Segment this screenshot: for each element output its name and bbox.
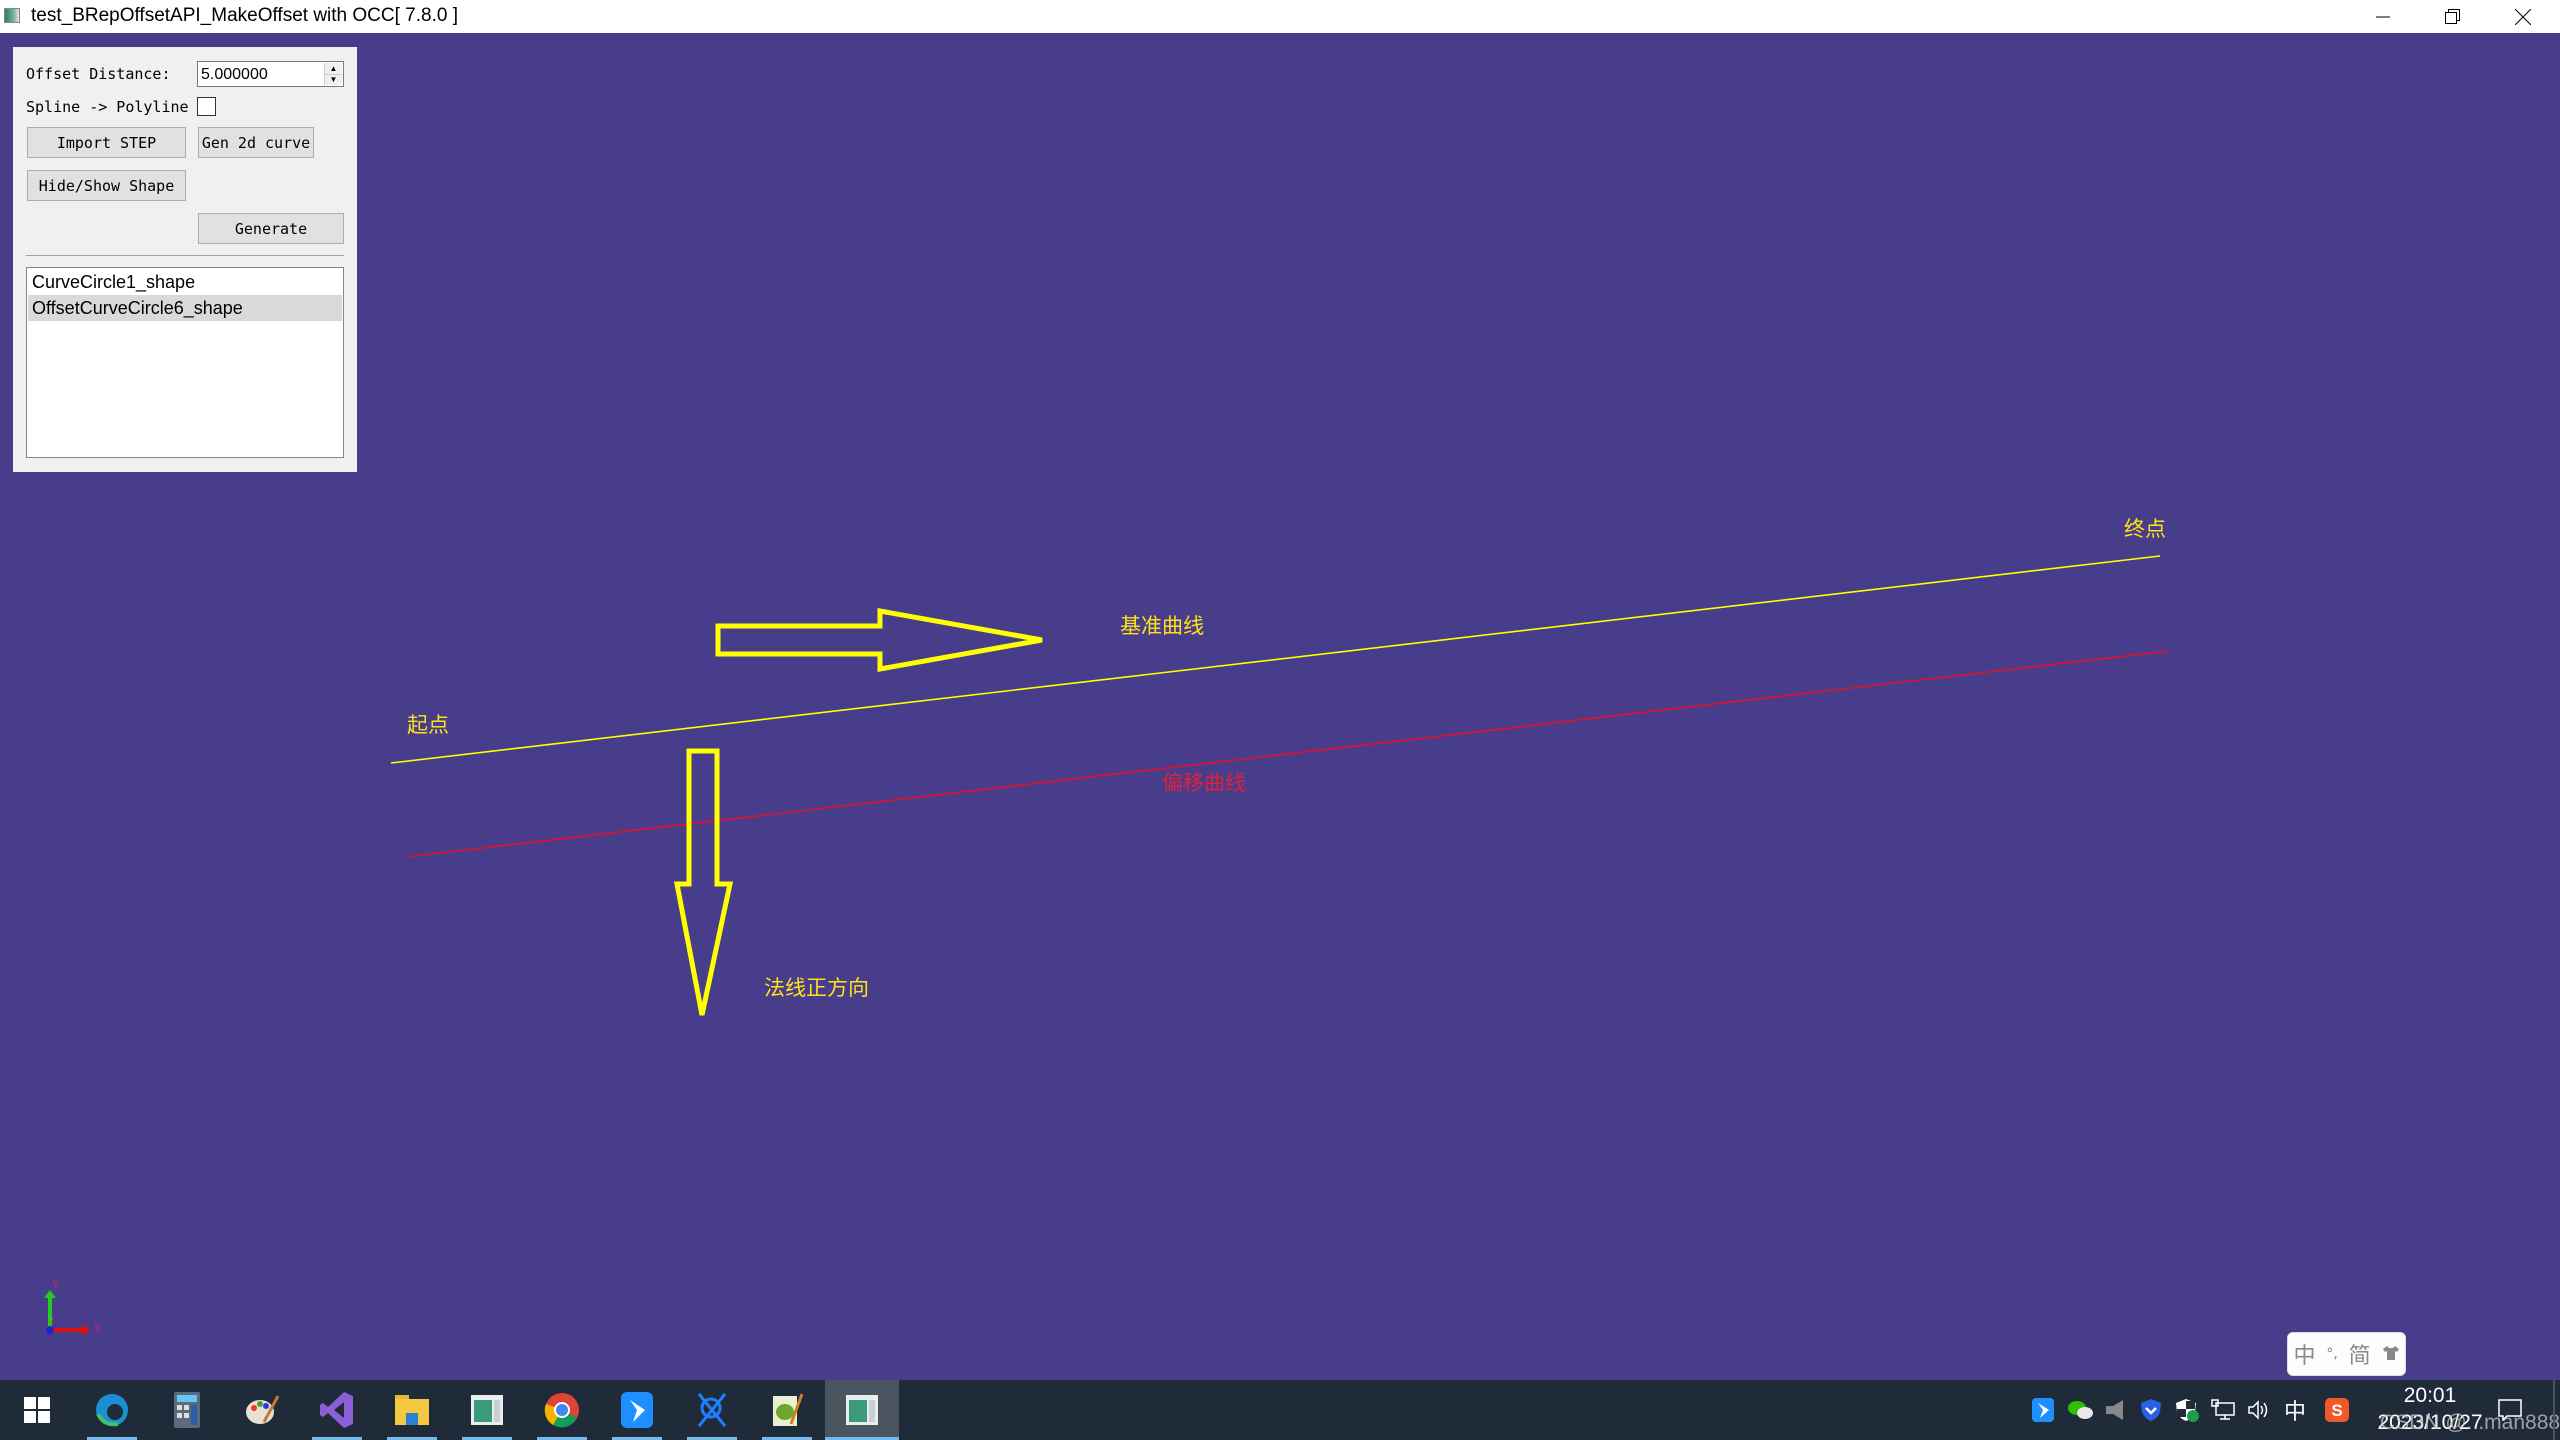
offset-distance-label: Offset Distance: bbox=[26, 65, 171, 83]
speaker-app-icon bbox=[2106, 1400, 2123, 1420]
tray-feishu[interactable] bbox=[2030, 1380, 2056, 1440]
network-icon bbox=[2211, 1399, 2235, 1420]
clock-time[interactable]: 20:01 bbox=[2370, 1384, 2490, 1408]
spinbox-arrows: ▲ ▼ bbox=[324, 63, 342, 85]
feishu-tray-icon bbox=[2032, 1398, 2054, 1422]
tray-tencent-shield[interactable] bbox=[2136, 1380, 2166, 1440]
hide-show-shape-button[interactable]: Hide/Show Shape bbox=[27, 170, 186, 201]
taskbar-chrome[interactable] bbox=[525, 1380, 599, 1440]
spline-polyline-label: Spline -> Polyline bbox=[26, 98, 189, 116]
taskbar-paint[interactable] bbox=[225, 1380, 299, 1440]
app-window-icon bbox=[846, 1395, 878, 1425]
tray-wechat[interactable] bbox=[2064, 1380, 2096, 1440]
tray-network[interactable] bbox=[2208, 1380, 2238, 1440]
taskbar-search-tool[interactable] bbox=[675, 1380, 749, 1440]
notification-icon bbox=[2498, 1399, 2522, 1421]
axis-label-x: X bbox=[93, 1322, 101, 1334]
start-button[interactable] bbox=[0, 1380, 74, 1440]
spline-polyline-checkbox[interactable] bbox=[197, 97, 216, 116]
start-point-label: 起点 bbox=[407, 713, 449, 737]
import-step-button[interactable]: Import STEP bbox=[27, 127, 186, 158]
taskbar-feishu[interactable] bbox=[600, 1380, 674, 1440]
chrome-icon bbox=[544, 1393, 579, 1428]
edge-icon bbox=[96, 1394, 128, 1427]
visual-studio-icon bbox=[320, 1392, 353, 1428]
security-shield-icon bbox=[2176, 1399, 2199, 1422]
offset-distance-value[interactable]: 5.000000 bbox=[201, 66, 268, 84]
ime-toolbar[interactable]: 中 °, 简 bbox=[2287, 1332, 2406, 1376]
arrow-up-icon: ▲ bbox=[329, 64, 338, 73]
spin-down-button[interactable]: ▼ bbox=[325, 74, 342, 85]
taskbar-calculator[interactable] bbox=[150, 1380, 224, 1440]
normal-direction-label: 法线正方向 bbox=[764, 976, 869, 1000]
z-axis bbox=[46, 1326, 54, 1334]
taskbar-active-app[interactable] bbox=[825, 1380, 899, 1440]
normal-direction-arrow bbox=[673, 748, 734, 1016]
ime-mode-toggle[interactable]: 中 bbox=[2293, 1338, 2315, 1370]
tencent-shield-icon bbox=[2141, 1399, 2161, 1421]
app-window-icon bbox=[471, 1395, 503, 1425]
ime-charset-toggle[interactable]: 简 bbox=[2349, 1338, 2371, 1370]
offset-distance-spinbox[interactable]: 5.000000 ▲ ▼ bbox=[197, 61, 344, 87]
feishu-icon bbox=[621, 1392, 653, 1428]
tray-security[interactable] bbox=[2172, 1380, 2202, 1440]
panel-divider bbox=[26, 255, 344, 256]
end-point-label: 终点 bbox=[2124, 517, 2166, 541]
taskbar-edge[interactable] bbox=[75, 1380, 149, 1440]
shape-list-item-selected[interactable]: OffsetCurveCircle6_shape bbox=[28, 295, 342, 321]
watermark: CSDN @...man8888 bbox=[2380, 1411, 2560, 1434]
svg-text:S: S bbox=[2331, 1401, 2342, 1420]
taskbar-notepad-plus[interactable] bbox=[750, 1380, 824, 1440]
axis-label-z: Z bbox=[49, 1317, 54, 1326]
taskbar-app-window[interactable] bbox=[450, 1380, 524, 1440]
ime-zh-icon[interactable]: 中 bbox=[2280, 1380, 2310, 1440]
offset-curve-label: 偏移曲线 bbox=[1162, 771, 1246, 795]
generate-button[interactable]: Generate bbox=[198, 213, 344, 244]
y-axis-arrowhead bbox=[44, 1290, 56, 1298]
notepad-plus-icon bbox=[773, 1393, 803, 1426]
shape-list[interactable]: CurveCircle1_shape OffsetCurveCircle6_sh… bbox=[26, 267, 344, 458]
volume-icon bbox=[2248, 1400, 2268, 1420]
tray-speaker-app[interactable] bbox=[2100, 1380, 2130, 1440]
shape-list-item[interactable]: CurveCircle1_shape bbox=[28, 269, 342, 295]
offset-curve[interactable] bbox=[405, 650, 2169, 858]
base-curve[interactable] bbox=[390, 555, 2161, 764]
paint-palette-icon bbox=[246, 1395, 280, 1424]
gen-2d-curve-button[interactable]: Gen 2d curve bbox=[198, 127, 314, 158]
taskbar-visual-studio[interactable] bbox=[300, 1380, 374, 1440]
control-panel: Offset Distance: 5.000000 ▲ ▼ Spline -> … bbox=[13, 47, 357, 472]
scene-overlay: Y X Z bbox=[44, 555, 2169, 1336]
windows-start-icon bbox=[24, 1397, 50, 1423]
taskbar-file-explorer[interactable] bbox=[375, 1380, 449, 1440]
taskbar: 中 S 20:01 2023/10/27 CSDN @...man8888 bbox=[0, 1380, 2560, 1440]
arrow-down-icon: ▼ bbox=[329, 75, 338, 84]
wechat-icon bbox=[2068, 1401, 2093, 1419]
tangent-direction-arrow bbox=[715, 608, 1043, 672]
shirt-icon[interactable] bbox=[2382, 1342, 2400, 1367]
folder-icon bbox=[395, 1395, 429, 1425]
sogou-icon: S bbox=[2325, 1398, 2349, 1422]
ime-punctuation-toggle[interactable]: °, bbox=[2326, 1346, 2337, 1362]
base-curve-label: 基准曲线 bbox=[1120, 614, 1204, 638]
show-desktop-button[interactable] bbox=[2553, 1380, 2555, 1440]
x-axis-arrowhead bbox=[82, 1324, 90, 1336]
axis-triad: Y X Z bbox=[44, 1279, 101, 1336]
notification-center-button[interactable] bbox=[2490, 1380, 2530, 1440]
tray-volume[interactable] bbox=[2244, 1380, 2274, 1440]
axis-label-y: Y bbox=[52, 1279, 60, 1291]
search-tool-icon bbox=[697, 1393, 727, 1427]
tray-sogou[interactable]: S bbox=[2322, 1380, 2352, 1440]
calculator-icon bbox=[174, 1392, 200, 1428]
